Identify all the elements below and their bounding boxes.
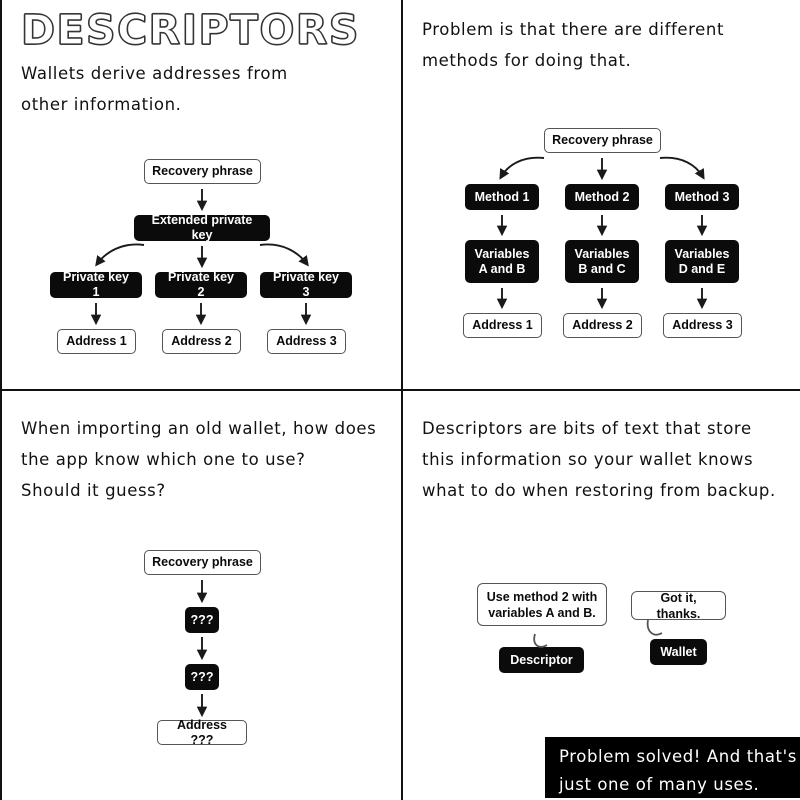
page-title: DESCRIPTORS xyxy=(20,5,360,54)
node-variables-d-e[interactable]: Variables D and E xyxy=(665,240,739,283)
node-address-1[interactable]: Address 1 xyxy=(57,329,136,354)
node-variables-b-c[interactable]: Variables B and C xyxy=(565,240,639,283)
node-recovery-phrase-methods[interactable]: Recovery phrase xyxy=(544,128,661,153)
node-private-key-1[interactable]: Private key 1 xyxy=(50,270,142,299)
closing-banner: Problem solved! And that's just one of m… xyxy=(545,737,800,798)
panel-top-left: DESCRIPTORS Wallets derive addresses fro… xyxy=(2,0,402,390)
node-method-3[interactable]: Method 3 xyxy=(665,184,739,210)
infographic-canvas: DESCRIPTORS Wallets derive addresses fro… xyxy=(0,0,800,800)
speech-bubble-wallet: Got it, thanks. xyxy=(631,591,726,621)
node-method-2[interactable]: Method 2 xyxy=(565,184,639,210)
node-variables-a-b[interactable]: Variables A and B xyxy=(465,240,539,283)
node-extended-private-key[interactable]: Extended private key xyxy=(134,213,270,242)
node-method-1[interactable]: Method 1 xyxy=(465,184,539,210)
node-method-address-2[interactable]: Address 2 xyxy=(563,313,642,338)
node-address-3[interactable]: Address 3 xyxy=(267,329,346,354)
speech-bubble-descriptor: Use method 2 with variables A and B. xyxy=(477,583,607,626)
node-method-address-3[interactable]: Address 3 xyxy=(663,313,742,338)
node-method-address-1[interactable]: Address 1 xyxy=(463,313,542,338)
top-right-caption: Problem is that there are different meth… xyxy=(422,20,725,70)
node-wallet[interactable]: Wallet xyxy=(650,639,707,665)
node-private-key-2[interactable]: Private key 2 xyxy=(155,270,247,299)
node-unknown-1[interactable]: ??? xyxy=(185,607,219,633)
closing-banner-text: Problem solved! And that's just one of m… xyxy=(559,747,797,794)
node-address-unknown[interactable]: Address ??? xyxy=(157,718,247,747)
bottom-left-caption: When importing an old wallet, how does t… xyxy=(21,419,377,500)
node-recovery-phrase[interactable]: Recovery phrase xyxy=(144,159,261,184)
node-address-2[interactable]: Address 2 xyxy=(162,329,241,354)
top-left-caption: Wallets derive addresses from other info… xyxy=(21,64,288,114)
panel-bottom-left: When importing an old wallet, how does t… xyxy=(2,391,402,800)
node-unknown-2[interactable]: ??? xyxy=(185,664,219,690)
node-descriptor[interactable]: Descriptor xyxy=(499,647,584,673)
panel-top-right: Problem is that there are different meth… xyxy=(403,0,800,390)
node-private-key-3[interactable]: Private key 3 xyxy=(260,270,352,299)
node-recovery-phrase-unknown[interactable]: Recovery phrase xyxy=(144,550,261,575)
bottom-right-caption: Descriptors are bits of text that store … xyxy=(422,419,776,500)
